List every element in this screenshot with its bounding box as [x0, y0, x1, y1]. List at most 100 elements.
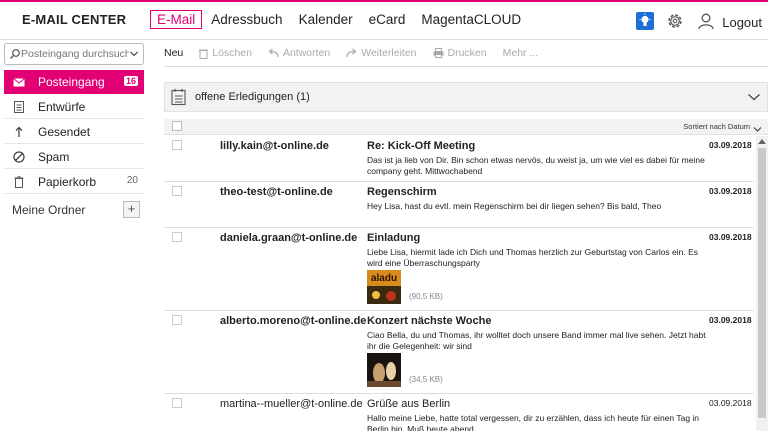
scroll-up-arrow[interactable] — [758, 139, 766, 144]
row-checkbox[interactable] — [172, 232, 182, 242]
search-input[interactable] — [21, 45, 129, 63]
spam-icon — [10, 150, 28, 163]
new-label: Neu — [164, 47, 184, 59]
sidebar-item-label: Entwürfe — [38, 99, 86, 114]
sidebar-item-label: Spam — [38, 149, 70, 164]
trash-icon — [199, 48, 209, 59]
attachment-thumbnail[interactable] — [367, 353, 401, 387]
mail-sender: alberto.moreno@t-online.de — [220, 315, 367, 327]
mail-subject: Konzert nächste Woche — [367, 315, 492, 327]
search-icon — [9, 48, 21, 60]
mail-row[interactable]: alberto.moreno@t-online.de Konzert nächs… — [164, 311, 754, 394]
reply-icon — [268, 48, 279, 58]
add-folder-button[interactable]: + — [123, 201, 140, 218]
my-folders-section: Meine Ordner + — [4, 198, 144, 222]
sidebar-item-spam[interactable]: Spam — [4, 145, 144, 169]
mail-row[interactable]: martina--mueller@t-online.de Grüße aus B… — [164, 394, 754, 431]
print-button[interactable]: Drucken — [433, 47, 487, 59]
more-button[interactable]: Mehr ... — [503, 47, 539, 59]
scrollbar-thumb[interactable] — [758, 148, 766, 418]
nav-email[interactable]: E-Mail — [150, 10, 203, 29]
open-tasks-bar[interactable]: offene Erledigungen (1) — [164, 82, 768, 112]
sort-label[interactable]: Sortiert nach Datum — [683, 122, 750, 131]
mail-date: 03.09.2018 — [709, 398, 752, 408]
trash-icon — [10, 175, 28, 188]
mail-date: 03.09.2018 — [709, 232, 752, 242]
mail-preview: Ciao Bella, du und Thomas, ihr wolltet d… — [367, 330, 706, 351]
forward-button[interactable]: Weiterleiten — [346, 47, 417, 59]
delete-button[interactable]: Löschen — [199, 47, 252, 59]
sidebar-item-label: Papierkorb — [38, 174, 97, 189]
mail-list-scrollbar[interactable] — [756, 136, 768, 431]
mail-row[interactable]: theo-test@t-online.de Regenschirm Hey Li… — [164, 182, 754, 228]
row-checkbox[interactable] — [172, 186, 182, 196]
attachment-size: (34,5 KB) — [409, 375, 443, 384]
search-box[interactable] — [4, 43, 144, 65]
mail-date: 03.09.2018 — [709, 186, 752, 196]
mail-row[interactable]: daniela.graan@t-online.de Einladung Lieb… — [164, 228, 754, 311]
open-tasks-label: offene Erledigungen (1) — [195, 91, 310, 103]
draft-icon — [10, 100, 28, 113]
sidebar-item-label: Gesendet — [38, 124, 91, 139]
sidebar: Posteingang 16 Entwürfe Gesendet Spam Pa… — [0, 40, 148, 431]
mail-date: 03.09.2018 — [709, 315, 752, 325]
attachment-text: aladu — [371, 273, 397, 284]
printer-icon — [433, 48, 444, 58]
nav-ecard[interactable]: eCard — [362, 10, 413, 29]
main-nav: E-Mail Adressbuch Kalender eCard Magenta… — [150, 10, 530, 29]
mail-sender: theo-test@t-online.de — [220, 186, 333, 198]
nav-address-book[interactable]: Adressbuch — [204, 10, 289, 29]
toolbar-divider — [164, 66, 768, 67]
chevron-down-icon[interactable] — [128, 48, 140, 60]
mail-sender: daniela.graan@t-online.de — [220, 232, 358, 244]
delete-label: Löschen — [212, 47, 252, 59]
mail-subject: Regenschirm — [367, 186, 437, 198]
reply-button[interactable]: Antworten — [268, 47, 330, 59]
chevron-down-icon[interactable] — [753, 122, 762, 136]
mail-subject: Einladung — [367, 232, 421, 244]
attachment-thumbnail[interactable]: aladu — [367, 270, 401, 304]
mail-preview: Hey Lisa, hast du evtl. mein Regenschirm… — [367, 201, 662, 211]
new-mail-button[interactable]: Neu — [164, 47, 183, 59]
envelope-icon — [10, 77, 28, 87]
my-folders-label: Meine Ordner — [12, 203, 86, 217]
mail-date: 03.09.2018 — [709, 140, 752, 150]
mail-subject: Grüße aus Berlin — [367, 398, 451, 410]
mail-row[interactable]: lilly.kain@t-online.de Re: Kick-Off Meet… — [164, 136, 754, 182]
app-header: E-MAIL CENTER E-Mail Adressbuch Kalender… — [0, 2, 768, 40]
mail-sender: martina--mueller@t-online.de — [220, 398, 363, 410]
sidebar-item-trash[interactable]: Papierkorb 20 — [4, 170, 144, 194]
mail-preview: Liebe Lisa, hiermit lade ich Dich und Th… — [367, 247, 699, 268]
gear-icon[interactable] — [665, 11, 685, 31]
lightbulb-icon[interactable] — [636, 12, 654, 30]
sidebar-item-inbox[interactable]: Posteingang 16 — [4, 70, 144, 94]
logout-link[interactable]: Logout — [722, 15, 762, 30]
reply-label: Antworten — [282, 47, 331, 59]
row-checkbox[interactable] — [172, 315, 182, 325]
forward-label: Weiterleiten — [361, 47, 417, 59]
nav-magentacloud[interactable]: MagentaCLOUD — [414, 10, 528, 29]
item-count-badge: 20 — [126, 175, 138, 186]
sidebar-item-sent[interactable]: Gesendet — [4, 120, 144, 144]
row-checkbox[interactable] — [172, 140, 182, 150]
sidebar-item-drafts[interactable]: Entwürfe — [4, 95, 144, 119]
mail-toolbar: Neu Löschen Antworten Weiterleiten Druck… — [164, 40, 768, 66]
sidebar-item-label: Posteingang — [38, 75, 105, 89]
attachment-size: (90,5 KB) — [409, 292, 443, 301]
mail-preview: Das ist ja lieb von Dir. Bin schon etwas… — [367, 155, 705, 176]
chevron-down-icon[interactable] — [747, 91, 761, 105]
print-label: Drucken — [447, 47, 487, 59]
mail-subject: Re: Kick-Off Meeting — [367, 140, 476, 152]
unread-count-badge: 16 — [123, 76, 138, 86]
forward-icon — [346, 48, 357, 58]
nav-calendar[interactable]: Kalender — [292, 10, 360, 29]
calendar-list-icon — [171, 88, 187, 109]
row-checkbox[interactable] — [172, 398, 182, 408]
arrow-up-icon — [10, 126, 28, 138]
mail-preview: Hallo meine Liebe, hatte total vergessen… — [367, 413, 700, 431]
more-label: Mehr ... — [502, 47, 539, 59]
mail-list-header: Sortiert nach Datum — [164, 119, 768, 135]
user-icon[interactable] — [696, 11, 716, 31]
mail-sender: lilly.kain@t-online.de — [220, 140, 329, 152]
select-all-checkbox[interactable] — [172, 121, 182, 131]
